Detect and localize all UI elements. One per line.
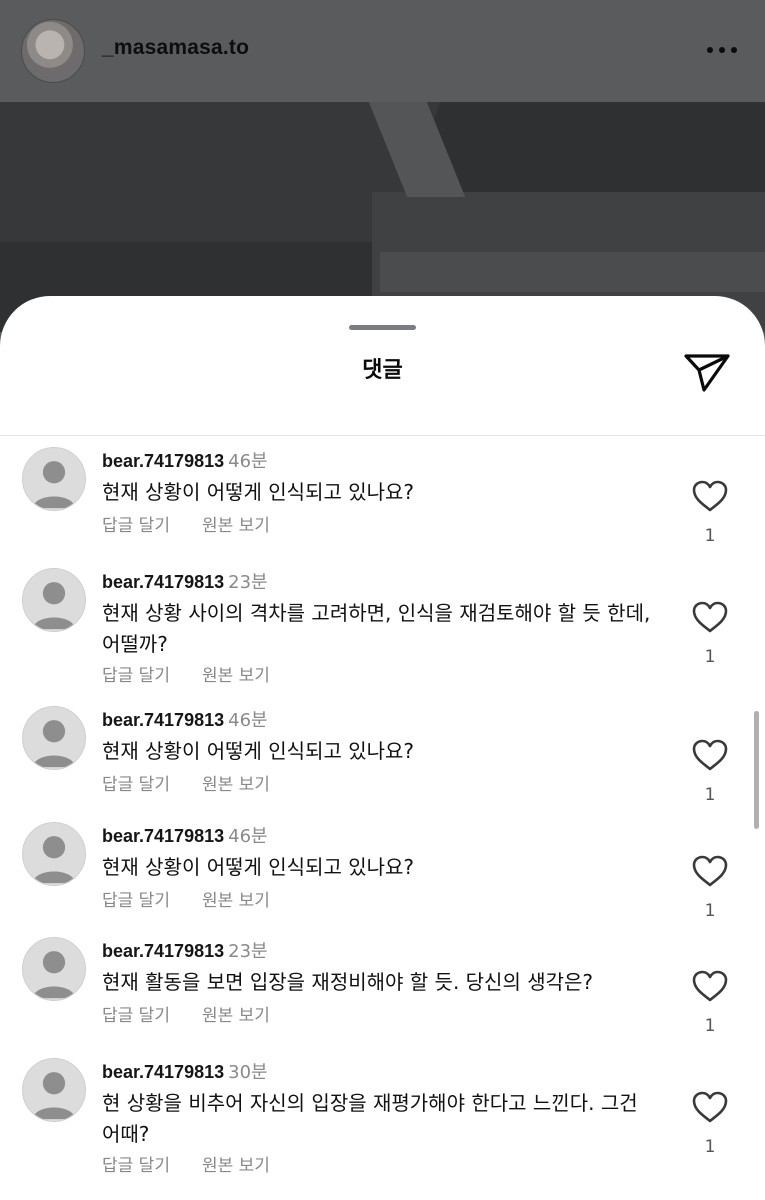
- see-original-button[interactable]: 원본 보기: [202, 1156, 270, 1176]
- see-original-button[interactable]: 원본 보기: [202, 1006, 270, 1026]
- comment-username[interactable]: bear.74179813: [102, 826, 224, 846]
- see-original-button[interactable]: 원본 보기: [202, 516, 270, 536]
- comment-meta: bear.74179813 23분: [102, 568, 268, 594]
- reply-button[interactable]: 답글 달기: [102, 1156, 170, 1176]
- comment-meta: bear.74179813 46분: [102, 447, 268, 473]
- like-count: 1: [704, 647, 716, 667]
- comment-text: 현재 상황이 어떻게 인식되고 있나요?: [102, 739, 415, 763]
- like-count: 1: [704, 901, 716, 921]
- comment-username[interactable]: bear.74179813: [102, 572, 224, 592]
- scrollbar[interactable]: [754, 711, 759, 829]
- like-count: 1: [704, 526, 716, 546]
- comment-time: 30분: [228, 1062, 268, 1083]
- see-original-button[interactable]: 원본 보기: [202, 775, 270, 795]
- comment-time: 46분: [228, 826, 268, 847]
- comment-username[interactable]: bear.74179813: [102, 451, 224, 471]
- comment-text: 현재 상황이 어떻게 인식되고 있나요?: [102, 855, 415, 879]
- heart-icon[interactable]: [690, 479, 730, 513]
- post-author-avatar[interactable]: [21, 19, 85, 83]
- comment-username[interactable]: bear.74179813: [102, 710, 224, 730]
- like-count: 1: [704, 1137, 716, 1157]
- heart-icon[interactable]: [690, 600, 730, 634]
- heart-icon[interactable]: [690, 738, 730, 772]
- more-horizontal-icon[interactable]: [700, 38, 744, 62]
- comment-meta: bear.74179813 46분: [102, 706, 268, 732]
- send-icon[interactable]: [680, 348, 734, 396]
- reply-button[interactable]: 답글 달기: [102, 516, 170, 536]
- post-author-username[interactable]: _masamasa.to: [102, 36, 249, 60]
- comment-text: 현재 상황 사이의 격차를 고려하면, 인식을 재검토해야 할 듯 한데, 어떨…: [102, 601, 651, 656]
- comment-time: 46분: [228, 710, 268, 731]
- comment-meta: bear.74179813 23분: [102, 937, 268, 963]
- like-count: 1: [704, 785, 716, 805]
- reply-button[interactable]: 답글 달기: [102, 891, 170, 911]
- comment-actions: 답글 달기 원본 보기: [102, 1001, 270, 1026]
- comment-time: 46분: [228, 451, 268, 472]
- sheet-divider: [0, 435, 765, 436]
- comment-text: 현재 활동을 보면 입장을 재정비해야 할 듯. 당신의 생각은?: [102, 970, 594, 994]
- comment-actions: 답글 달기 원본 보기: [102, 886, 270, 911]
- comment-time: 23분: [228, 941, 268, 962]
- reply-button[interactable]: 답글 달기: [102, 775, 170, 795]
- comments-sheet: 댓글 bear.74179813 46분 현재 상황이 어떻게 인식되고 있나요?…: [0, 296, 765, 1200]
- heart-icon[interactable]: [690, 1090, 730, 1124]
- avatar[interactable]: [22, 1058, 86, 1122]
- comment-time: 23분: [228, 572, 268, 593]
- heart-icon[interactable]: [690, 969, 730, 1003]
- avatar[interactable]: [22, 568, 86, 632]
- comment-username[interactable]: bear.74179813: [102, 941, 224, 961]
- avatar[interactable]: [22, 822, 86, 886]
- avatar[interactable]: [22, 706, 86, 770]
- like-count: 1: [704, 1016, 716, 1036]
- post-header: _masamasa.to: [0, 0, 765, 102]
- see-original-button[interactable]: 원본 보기: [202, 891, 270, 911]
- sheet-grabber-handle[interactable]: [349, 325, 416, 330]
- comment-meta: bear.74179813 46분: [102, 822, 268, 848]
- sheet-title: 댓글: [362, 358, 403, 383]
- comment-actions: 답글 달기 원본 보기: [102, 661, 270, 686]
- comment-meta: bear.74179813 30분: [102, 1058, 268, 1084]
- heart-icon[interactable]: [690, 854, 730, 888]
- avatar[interactable]: [22, 937, 86, 1001]
- comment-username[interactable]: bear.74179813: [102, 1062, 224, 1082]
- comment-text: 현 상황을 비추어 자신의 입장을 재평가해야 한다고 느낀다. 그건 어때?: [102, 1091, 638, 1146]
- see-original-button[interactable]: 원본 보기: [202, 666, 270, 686]
- comment-actions: 답글 달기 원본 보기: [102, 1151, 270, 1176]
- comment-text: 현재 상황이 어떻게 인식되고 있나요?: [102, 480, 415, 504]
- reply-button[interactable]: 답글 달기: [102, 1006, 170, 1026]
- reply-button[interactable]: 답글 달기: [102, 666, 170, 686]
- avatar[interactable]: [22, 447, 86, 511]
- comment-actions: 답글 달기 원본 보기: [102, 770, 270, 795]
- comment-actions: 답글 달기 원본 보기: [102, 511, 270, 536]
